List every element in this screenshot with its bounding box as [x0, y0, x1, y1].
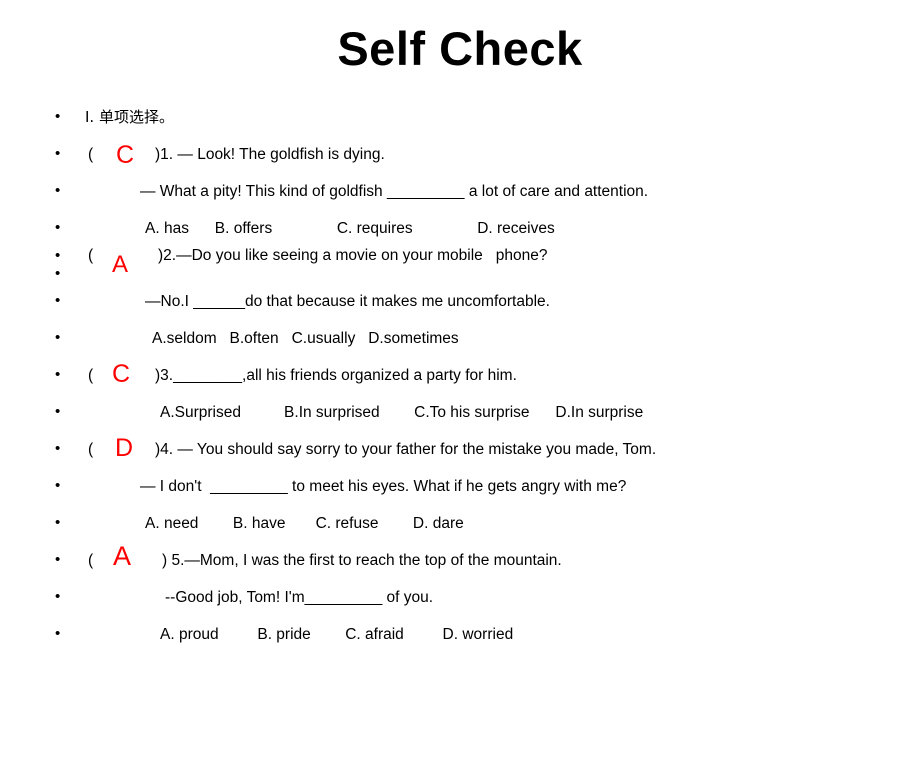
answer-mark-question-2: A — [112, 251, 129, 278]
question-2-spacer-row — [0, 265, 920, 283]
question-4-options: A. need B. have C. refuse D. dare — [145, 515, 464, 532]
bullet-icon — [55, 283, 60, 320]
question-2-stem-row: ( )2.—Do you like seeing a movie on your… — [0, 247, 920, 265]
bullet-icon — [55, 173, 60, 210]
question-5-stem: ) 5.—Mom, I was the first to reach the t… — [162, 552, 562, 569]
question-2-stem: )2.—Do you like seeing a movie on your m… — [158, 247, 548, 264]
question-5-open-paren: ( — [88, 552, 94, 569]
page-title: Self Check — [337, 22, 583, 75]
bullet-icon — [55, 247, 60, 265]
bullet-icon — [55, 431, 60, 468]
question-1-line-2: — What a pity! This kind of goldfish ___… — [140, 183, 649, 200]
question-list: I. 单项选择。 ( )1. — Look! The goldfish is d… — [0, 99, 920, 653]
bullet-icon — [55, 394, 60, 431]
question-1-stem: )1. — Look! The goldfish is dying. — [155, 146, 385, 163]
question-1-open-paren: ( — [88, 146, 94, 163]
answer-mark-question-3: C — [112, 360, 131, 388]
bullet-icon — [55, 357, 60, 394]
bullet-icon — [55, 210, 60, 247]
bullet-icon — [55, 320, 60, 357]
answer-mark-question-4: D — [115, 434, 134, 462]
bullet-icon — [55, 616, 60, 653]
question-2-line-2: —No.I ______do that because it makes me … — [145, 293, 550, 310]
bullet-icon — [55, 468, 60, 505]
question-2-open-paren: ( — [88, 247, 94, 264]
question-5-options-row: A. proud B. pride C. afraid D. worried — [0, 616, 920, 653]
bullet-icon — [55, 99, 60, 136]
question-5-options: A. proud B. pride C. afraid D. worried — [160, 626, 514, 643]
section-heading-row: I. 单项选择。 — [0, 99, 920, 136]
question-5-line-2: --Good job, Tom! I'm_________ of you. — [165, 589, 434, 606]
question-1-stem-row: ( )1. — Look! The goldfish is dying. — [0, 136, 920, 173]
question-2-options-row: A.seldom B.often C.usually D.sometimes — [0, 320, 920, 357]
bullet-icon — [55, 505, 60, 542]
question-5-stem-row: ( ) 5.—Mom, I was the first to reach the… — [0, 542, 920, 579]
question-4-line-2-row: — I don't _________ to meet his eyes. Wh… — [0, 468, 920, 505]
question-3-open-paren: ( — [88, 367, 94, 384]
answer-mark-question-1: C — [116, 141, 135, 169]
question-4-stem-row: ( )4. — You should say sorry to your fat… — [0, 431, 920, 468]
bullet-icon — [55, 136, 60, 173]
question-5-line-2-row: --Good job, Tom! I'm_________ of you. — [0, 579, 920, 616]
question-4-options-row: A. need B. have C. refuse D. dare — [0, 505, 920, 542]
question-3-stem: )3.________,all his friends organized a … — [155, 367, 517, 384]
question-4-stem: )4. — You should say sorry to your fathe… — [155, 441, 657, 458]
question-1-options: A. has B. offers C. requires D. receives — [145, 220, 555, 237]
section-heading: I. 单项选择。 — [85, 108, 174, 126]
slide-canvas: Self Check I. 单项选择。 ( )1. — Look! The go… — [0, 0, 920, 690]
bullet-icon — [55, 542, 60, 579]
answer-mark-question-5: A — [113, 541, 132, 571]
question-3-stem-row: ( )3.________,all his friends organized … — [0, 357, 920, 394]
question-2-options: A.seldom B.often C.usually D.sometimes — [152, 330, 459, 347]
question-4-line-2: — I don't _________ to meet his eyes. Wh… — [140, 478, 627, 495]
question-1-line-2-row: — What a pity! This kind of goldfish ___… — [0, 173, 920, 210]
bullet-icon — [55, 265, 60, 283]
question-1-options-row: A. has B. offers C. requires D. receives — [0, 210, 920, 247]
question-3-options-row: A.Surprised B.In surprised C.To his surp… — [0, 394, 920, 431]
bullet-icon — [55, 579, 60, 616]
question-3-options: A.Surprised B.In surprised C.To his surp… — [160, 404, 644, 421]
question-4-open-paren: ( — [88, 441, 94, 458]
question-2-line-2-row: —No.I ______do that because it makes me … — [0, 283, 920, 320]
